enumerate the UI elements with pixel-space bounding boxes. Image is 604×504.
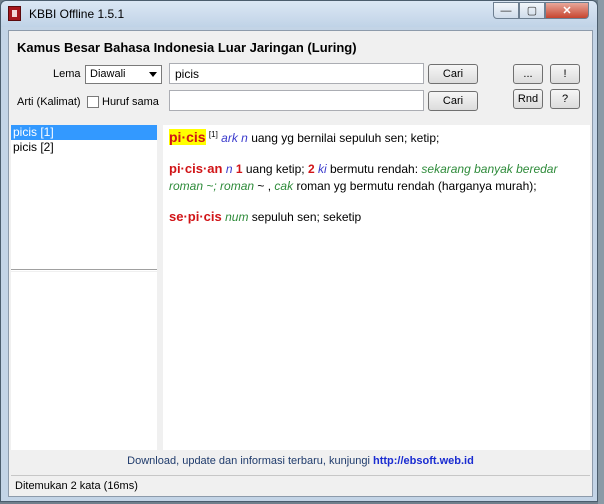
close-button[interactable]: ✕	[545, 2, 589, 19]
definition-entry: se·pi·cis num sepuluh sen; seketip	[169, 208, 584, 226]
app-window: KBBI Offline 1.5.1 — ▢ ✕ Kamus Besar Bah…	[0, 0, 598, 502]
word-class: num	[225, 210, 249, 224]
minimize-button[interactable]: —	[493, 2, 519, 19]
lema-input[interactable]: picis	[169, 63, 424, 84]
title-bar[interactable]: KBBI Offline 1.5.1 — ▢ ✕	[1, 1, 597, 27]
label-abbr: cak	[274, 179, 294, 193]
website-link[interactable]: http://ebsoft.web.id	[373, 455, 474, 467]
bang-button[interactable]: !	[550, 64, 580, 84]
huruf-sama-checkbox[interactable]	[87, 96, 99, 108]
more-button[interactable]: ...	[513, 64, 543, 84]
arti-input[interactable]	[169, 90, 424, 111]
definition-text: sepuluh sen; seketip	[251, 210, 362, 224]
chevron-down-icon	[149, 72, 157, 77]
definition-panel: pi·cis [1] ark n uang yg bernilai sepulu…	[163, 125, 590, 450]
window-title: KBBI Offline 1.5.1	[29, 7, 125, 21]
status-bar: Ditemukan 2 kata (16ms)	[11, 475, 590, 495]
definition-text: uang ketip;	[245, 162, 305, 176]
secondary-list[interactable]	[11, 272, 157, 450]
book-icon	[8, 6, 21, 21]
splitter[interactable]	[11, 269, 157, 270]
word-class: ark n	[221, 131, 248, 145]
mode-select[interactable]: Diawali	[85, 65, 162, 84]
client-area: Kamus Besar Bahasa Indonesia Luar Jaring…	[8, 30, 593, 497]
info-footer: Download, update dan informasi terbaru, …	[11, 451, 590, 471]
page-title: Kamus Besar Bahasa Indonesia Luar Jaring…	[17, 40, 357, 55]
definition-entry: pi·cis [1] ark n uang yg bernilai sepulu…	[169, 129, 584, 147]
definition-text: uang yg bernilai sepuluh sen; ketip;	[251, 131, 440, 145]
label-abbr: ki	[317, 162, 327, 176]
mode-select-value: Diawali	[90, 68, 126, 80]
random-button[interactable]: Rnd	[513, 89, 543, 109]
help-button[interactable]: ?	[550, 89, 580, 109]
definition-text: roman yg bermutu rendah (harganya murah)…	[296, 179, 537, 193]
list-item[interactable]: picis [1]	[11, 125, 157, 140]
cari-arti-button[interactable]: Cari	[428, 91, 478, 111]
homonym-number: [1]	[208, 130, 218, 139]
definition-text: bermutu rendah:	[329, 162, 419, 176]
window-controls: — ▢ ✕	[493, 2, 589, 19]
word-class: n	[225, 162, 233, 176]
definition-entry: pi·cis·an n 1 uang ketip; 2 ki bermutu r…	[169, 160, 584, 195]
sense-number: 1	[235, 162, 243, 176]
lema-label: Lema	[53, 68, 81, 80]
maximize-button[interactable]: ▢	[519, 2, 545, 19]
headword: se·pi·cis	[169, 209, 222, 224]
desktop-background	[598, 0, 604, 504]
footer-text: Download, update dan informasi terbaru, …	[127, 455, 370, 467]
headword: pi·cis·an	[169, 161, 223, 176]
huruf-sama-label: Huruf sama	[102, 96, 159, 108]
definition-text: ~ ,	[257, 179, 272, 193]
arti-label: Arti (Kalimat)	[17, 96, 81, 108]
sense-number: 2	[307, 162, 315, 176]
headword: pi·cis	[169, 129, 206, 145]
result-list[interactable]: picis [1] picis [2]	[11, 125, 157, 271]
cari-lema-button[interactable]: Cari	[428, 64, 478, 84]
list-item[interactable]: picis [2]	[11, 140, 157, 155]
